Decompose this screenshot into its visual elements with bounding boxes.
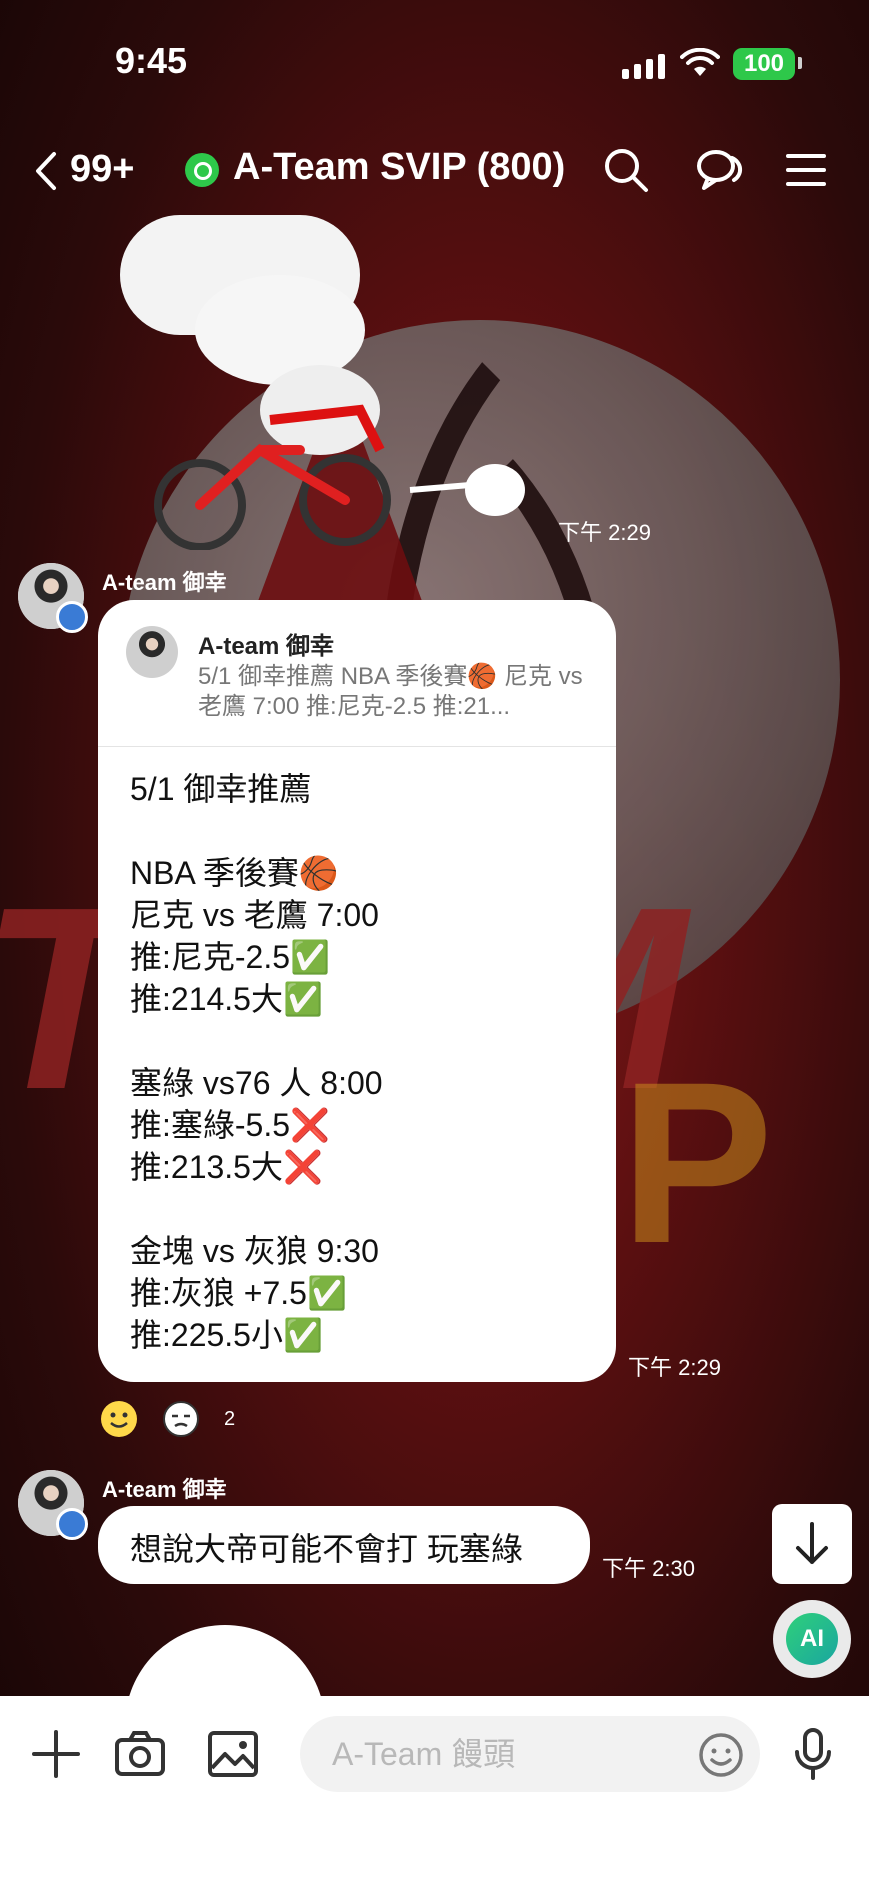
battery-indicator: 100 <box>733 48 795 80</box>
ai-assistant-button[interactable]: AI <box>773 1600 851 1678</box>
back-chevron-icon[interactable] <box>28 148 68 194</box>
sender-name: A-team 御幸 <box>102 1477 227 1502</box>
sender-avatar[interactable] <box>18 563 88 633</box>
smile-reaction-icon[interactable] <box>100 1400 138 1438</box>
battery-tip <box>798 57 802 69</box>
message-bubble-text[interactable]: 想說大帝可能不會打 玩塞綠 <box>98 1506 590 1584</box>
cat-bicycle-sticker[interactable] <box>120 200 550 550</box>
wifi-icon <box>680 48 720 76</box>
sender-avatar[interactable] <box>18 1470 88 1540</box>
sticker-reaction-icon[interactable] <box>162 1400 200 1438</box>
crown-badge-icon <box>56 601 88 633</box>
chat-header: 99+ A-Team SVIP (800) <box>0 140 869 200</box>
status-time: 9:45 <box>115 40 188 81</box>
message-reactions: 2 <box>100 1400 235 1438</box>
message-text: 想說大帝可能不會打 玩塞綠 <box>130 1531 523 1567</box>
crown-badge-icon <box>56 1508 88 1540</box>
reaction-count: 2 <box>224 1407 236 1430</box>
reply-sender-name: A-team 御幸 <box>198 633 335 660</box>
menu-icon[interactable] <box>780 144 832 196</box>
message-input-bar <box>0 1696 869 1884</box>
sticker-timestamp: 下午 2:29 <box>558 520 651 545</box>
group-title[interactable]: A-Team SVIP (800) <box>233 146 565 189</box>
sender-name: A-team 御幸 <box>102 570 227 595</box>
reply-avatar <box>126 626 178 678</box>
cellular-signal-icon <box>622 54 665 79</box>
microphone-icon[interactable] <box>785 1726 841 1782</box>
group-status-icon <box>185 153 219 187</box>
search-icon[interactable] <box>600 144 652 196</box>
reply-preview-text: 5/1 御幸推薦 NBA 季後賽🏀 尼克 vs老鷹 7:00 推:尼克-2.5 … <box>198 663 583 720</box>
message-timestamp: 下午 2:30 <box>602 1556 695 1581</box>
arrow-down-icon <box>796 1522 828 1564</box>
image-gallery-icon[interactable] <box>205 1726 261 1782</box>
chat-bubbles-icon[interactable] <box>694 144 746 196</box>
camera-icon[interactable] <box>112 1726 168 1782</box>
emoji-icon[interactable] <box>696 1730 746 1780</box>
plus-icon[interactable] <box>28 1726 84 1782</box>
message-timestamp: 下午 2:29 <box>628 1355 721 1380</box>
ai-label: AI <box>786 1613 838 1665</box>
unread-count[interactable]: 99+ <box>70 148 134 191</box>
scroll-to-bottom-button[interactable] <box>772 1504 852 1584</box>
background-logo-p: P <box>620 1034 774 1291</box>
message-input[interactable] <box>300 1716 760 1792</box>
status-bar: 9:45 100 <box>0 40 869 90</box>
message-text: 5/1 御幸推薦 NBA 季後賽🏀 尼克 vs 老鷹 7:00 推:尼克-2.5… <box>130 771 383 1353</box>
message-bubble-recommendation[interactable]: A-team 御幸 5/1 御幸推薦 NBA 季後賽🏀 尼克 vs老鷹 7:00… <box>98 600 616 1382</box>
reply-quote[interactable]: A-team 御幸 5/1 御幸推薦 NBA 季後賽🏀 尼克 vs老鷹 7:00… <box>98 600 616 747</box>
